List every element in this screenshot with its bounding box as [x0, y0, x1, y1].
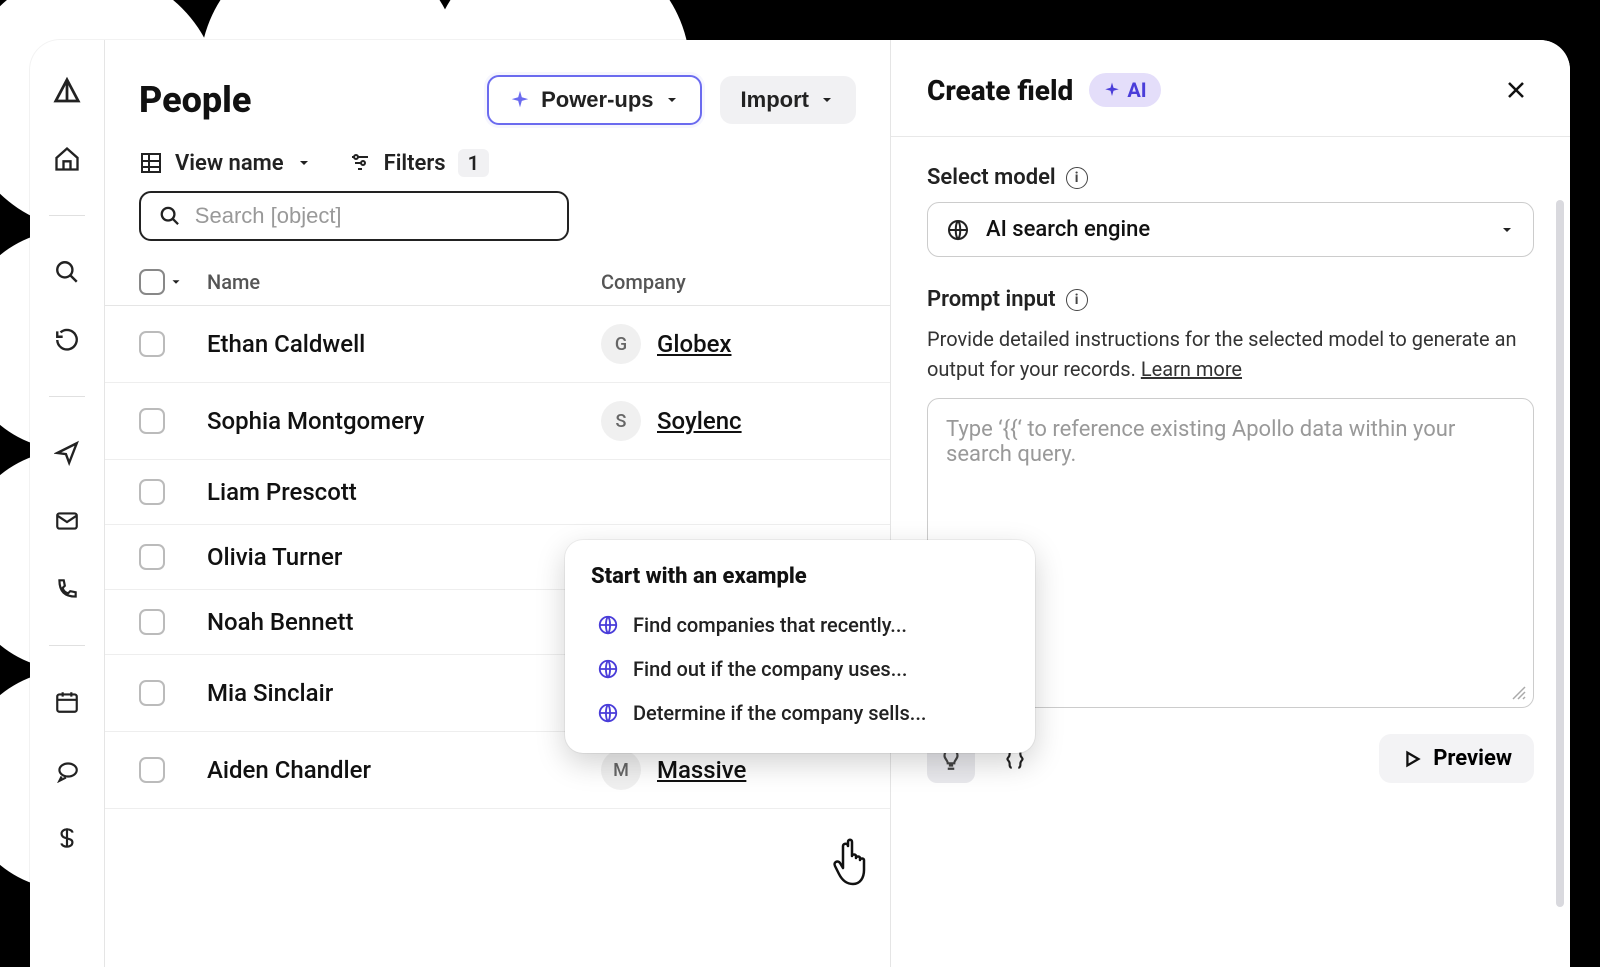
home-icon[interactable]	[51, 143, 83, 175]
page-title: People	[139, 79, 469, 121]
row-checkbox[interactable]	[139, 408, 165, 434]
grid-icon	[139, 151, 163, 175]
examples-popover: Start with an example Find companies tha…	[565, 540, 1035, 753]
calendar-icon[interactable]	[51, 686, 83, 718]
person-name[interactable]: Ethan Caldwell	[207, 330, 587, 358]
chevron-down-icon	[819, 92, 835, 108]
sidebar	[30, 40, 105, 967]
table-header: Name Company	[105, 259, 890, 306]
row-checkbox[interactable]	[139, 680, 165, 706]
app-frame: People Power-ups Import View name	[30, 40, 1570, 967]
panel-title: Create field	[927, 74, 1073, 107]
company-avatar: G	[601, 324, 641, 364]
chevron-down-icon	[664, 92, 680, 108]
import-button[interactable]: Import	[720, 76, 856, 124]
select-all-checkbox[interactable]	[139, 269, 165, 295]
info-icon[interactable]: i	[1066, 289, 1088, 311]
globe-icon	[597, 658, 619, 680]
column-company-header[interactable]: Company	[601, 270, 856, 294]
globe-icon	[597, 614, 619, 636]
globe-icon	[946, 218, 970, 242]
resize-handle-icon[interactable]	[1511, 685, 1527, 701]
prompt-input-label: Prompt input i	[927, 287, 1534, 312]
filters-button[interactable]: Filters 1	[348, 149, 489, 177]
person-name[interactable]: Mia Sinclair	[207, 679, 587, 707]
phone-icon[interactable]	[51, 573, 83, 605]
filter-count-badge: 1	[458, 149, 489, 177]
chevron-down-icon	[1499, 222, 1515, 238]
sparkle-icon	[1103, 81, 1121, 99]
person-name[interactable]: Liam Prescott	[207, 478, 587, 506]
company-avatar: S	[601, 401, 641, 441]
dollar-icon[interactable]	[51, 822, 83, 854]
chevron-down-icon	[296, 155, 312, 171]
row-checkbox[interactable]	[139, 544, 165, 570]
play-icon	[1401, 748, 1423, 770]
row-checkbox[interactable]	[139, 331, 165, 357]
logo-icon[interactable]	[51, 75, 83, 107]
chat-icon[interactable]	[51, 754, 83, 786]
scrollbar[interactable]	[1556, 200, 1564, 907]
ai-badge: AI	[1089, 73, 1160, 107]
company-link[interactable]: Globex	[657, 330, 732, 358]
search-box[interactable]	[139, 191, 569, 241]
row-checkbox[interactable]	[139, 479, 165, 505]
company-link[interactable]: Soylenc	[657, 407, 742, 435]
example-item[interactable]: Find companies that recently...	[591, 603, 1009, 647]
chevron-down-icon[interactable]	[169, 275, 183, 289]
sparkle-icon	[509, 89, 531, 111]
info-icon[interactable]: i	[1066, 167, 1088, 189]
model-select[interactable]: AI search engine	[927, 202, 1534, 257]
create-field-panel: Create field AI Select model i AI search…	[890, 40, 1570, 967]
table-row[interactable]: Liam Prescott	[105, 460, 890, 525]
list-area: People Power-ups Import View name	[105, 40, 890, 967]
row-checkbox[interactable]	[139, 609, 165, 635]
company-link[interactable]: Massive	[657, 756, 746, 784]
search-input[interactable]	[195, 203, 549, 229]
view-selector[interactable]: View name	[139, 151, 312, 176]
select-model-label: Select model i	[927, 165, 1534, 190]
row-checkbox[interactable]	[139, 757, 165, 783]
company-avatar: M	[601, 750, 641, 790]
column-name-header[interactable]: Name	[207, 270, 587, 294]
mail-icon[interactable]	[51, 505, 83, 537]
prompt-help-text: Provide detailed instructions for the se…	[927, 324, 1534, 384]
table-row[interactable]: Ethan Caldwell G Globex	[105, 306, 890, 383]
learn-more-link[interactable]: Learn more	[1141, 357, 1242, 381]
preview-button[interactable]: Preview	[1379, 734, 1534, 783]
close-icon	[1504, 78, 1528, 102]
send-icon[interactable]	[51, 437, 83, 469]
example-item[interactable]: Find out if the company uses...	[591, 647, 1009, 691]
powerups-button[interactable]: Power-ups	[487, 75, 701, 125]
popover-title: Start with an example	[591, 564, 1009, 589]
person-name[interactable]: Sophia Montgomery	[207, 407, 587, 435]
search-icon	[159, 204, 181, 228]
person-name[interactable]: Olivia Turner	[207, 543, 587, 571]
person-name[interactable]: Noah Bennett	[207, 608, 587, 636]
globe-icon	[597, 702, 619, 724]
refresh-icon[interactable]	[51, 324, 83, 356]
example-item[interactable]: Determine if the company sells...	[591, 691, 1009, 735]
table-row[interactable]: Sophia Montgomery S Soylenc	[105, 383, 890, 460]
person-name[interactable]: Aiden Chandler	[207, 756, 587, 784]
search-nav-icon[interactable]	[51, 256, 83, 288]
filter-icon	[348, 151, 372, 175]
close-button[interactable]	[1498, 72, 1534, 108]
